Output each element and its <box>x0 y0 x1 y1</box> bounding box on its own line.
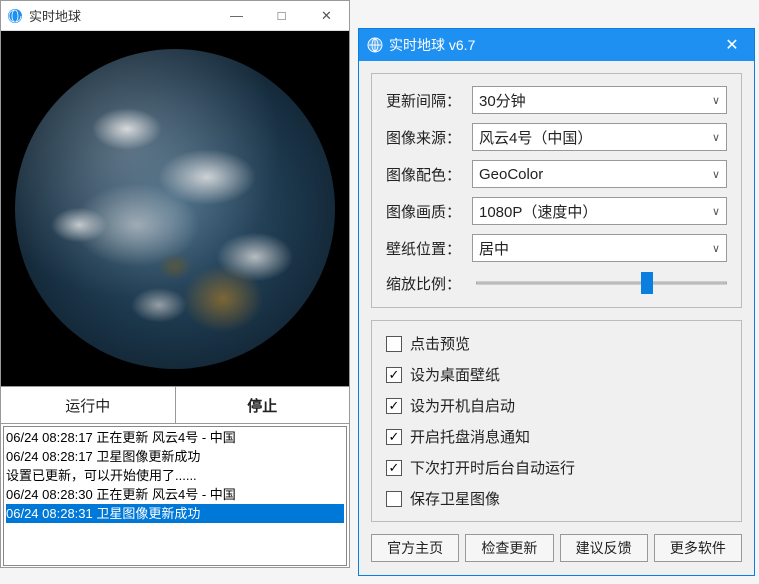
link-button[interactable]: 官方主页 <box>371 534 459 562</box>
checkbox-row: 点击预览 <box>386 333 727 354</box>
checkbox[interactable] <box>386 429 402 445</box>
image-color-label: 图像配色： <box>386 164 472 185</box>
link-button[interactable]: 更多软件 <box>654 534 742 562</box>
log-line[interactable]: 06/24 08:28:30 正在更新 风云4号 - 中国 <box>6 485 344 504</box>
wallpaper-position-select[interactable]: 居中 ∨ <box>472 234 727 262</box>
checkbox-label: 设为桌面壁纸 <box>410 364 500 385</box>
checkbox[interactable] <box>386 336 402 352</box>
scale-slider[interactable] <box>476 271 727 295</box>
image-source-label: 图像来源： <box>386 127 472 148</box>
earth-orb <box>15 49 335 369</box>
log-line[interactable]: 06/24 08:28:17 正在更新 风云4号 - 中国 <box>6 428 344 447</box>
image-quality-select[interactable]: 1080P（速度中） ∨ <box>472 197 727 225</box>
image-color-select[interactable]: GeoColor ∨ <box>472 160 727 188</box>
scale-label: 缩放比例： <box>386 273 472 294</box>
preview-window: 实时地球 — □ ✕ 运行中 停止 06/24 08:28:17 正在更新 风云… <box>0 0 350 568</box>
update-interval-row: 更新间隔： 30分钟 ∨ <box>386 86 727 114</box>
link-button[interactable]: 建议反馈 <box>560 534 648 562</box>
log-line[interactable]: 06/24 08:28:31 卫星图像更新成功 <box>6 504 344 523</box>
checkbox-row: 下次打开时后台自动运行 <box>386 457 727 478</box>
log-list[interactable]: 06/24 08:28:17 正在更新 风云4号 - 中国06/24 08:28… <box>3 426 347 566</box>
update-interval-select[interactable]: 30分钟 ∨ <box>472 86 727 114</box>
chevron-down-icon: ∨ <box>712 131 720 144</box>
checkbox-row: 设为桌面壁纸 <box>386 364 727 385</box>
chevron-down-icon: ∨ <box>712 242 720 255</box>
window-controls: — □ ✕ <box>214 2 349 30</box>
close-button[interactable]: ✕ <box>710 29 754 61</box>
image-source-row: 图像来源： 风云4号（中国） ∨ <box>386 123 727 151</box>
options-panel: 点击预览设为桌面壁纸设为开机自启动开启托盘消息通知下次打开时后台自动运行保存卫星… <box>371 320 742 522</box>
checkbox-row: 设为开机自启动 <box>386 395 727 416</box>
settings-panel: 更新间隔： 30分钟 ∨ 图像来源： 风云4号（中国） ∨ 图像配色： GeoC… <box>371 73 742 308</box>
minimize-button[interactable]: — <box>214 2 259 30</box>
checkbox-label: 下次打开时后台自动运行 <box>410 457 575 478</box>
earth-preview <box>1 31 349 386</box>
scale-row: 缩放比例： <box>386 271 727 295</box>
status-row: 运行中 停止 <box>1 386 349 424</box>
status-text: 运行中 <box>1 387 175 423</box>
wallpaper-position-label: 壁纸位置： <box>386 238 472 259</box>
checkbox-row: 保存卫星图像 <box>386 488 727 509</box>
checkbox[interactable] <box>386 398 402 414</box>
settings-titlebar: 实时地球 v6.7 ✕ <box>359 29 754 61</box>
preview-titlebar: 实时地球 — □ ✕ <box>1 1 349 31</box>
log-line[interactable]: 06/24 08:28:17 卫星图像更新成功 <box>6 447 344 466</box>
log-line[interactable]: 设置已更新，可以开始使用了...... <box>6 466 344 485</box>
checkbox-label: 保存卫星图像 <box>410 488 500 509</box>
chevron-down-icon: ∨ <box>712 94 720 107</box>
update-interval-label: 更新间隔： <box>386 90 472 111</box>
settings-window: 实时地球 v6.7 ✕ 更新间隔： 30分钟 ∨ 图像来源： 风云4号（中国） … <box>358 28 755 576</box>
checkbox[interactable] <box>386 367 402 383</box>
stop-button[interactable]: 停止 <box>175 387 350 423</box>
preview-title: 实时地球 <box>29 6 81 25</box>
globe-icon <box>367 37 383 53</box>
checkbox-row: 开启托盘消息通知 <box>386 426 727 447</box>
checkbox[interactable] <box>386 491 402 507</box>
checkbox-label: 点击预览 <box>410 333 470 354</box>
globe-icon <box>7 8 23 24</box>
image-color-row: 图像配色： GeoColor ∨ <box>386 160 727 188</box>
checkbox[interactable] <box>386 460 402 476</box>
image-source-select[interactable]: 风云4号（中国） ∨ <box>472 123 727 151</box>
link-button[interactable]: 检查更新 <box>465 534 553 562</box>
settings-title: 实时地球 v6.7 <box>389 35 475 55</box>
chevron-down-icon: ∨ <box>712 205 720 218</box>
image-quality-row: 图像画质： 1080P（速度中） ∨ <box>386 197 727 225</box>
checkbox-label: 设为开机自启动 <box>410 395 515 416</box>
bottom-buttons: 官方主页检查更新建议反馈更多软件 <box>371 534 742 562</box>
close-button[interactable]: ✕ <box>304 2 349 30</box>
image-quality-label: 图像画质： <box>386 201 472 222</box>
wallpaper-position-row: 壁纸位置： 居中 ∨ <box>386 234 727 262</box>
slider-thumb[interactable] <box>641 272 653 294</box>
chevron-down-icon: ∨ <box>712 168 720 181</box>
maximize-button[interactable]: □ <box>259 2 304 30</box>
checkbox-label: 开启托盘消息通知 <box>410 426 530 447</box>
